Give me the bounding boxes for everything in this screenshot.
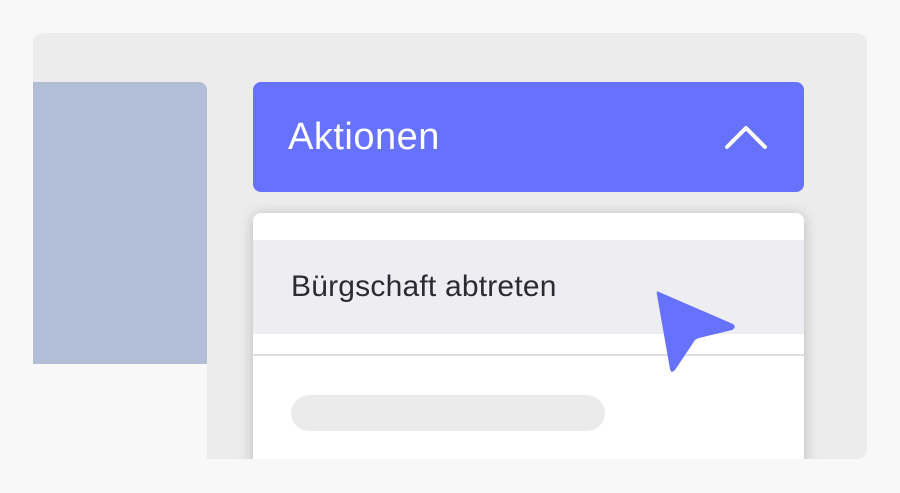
side-panel-lower (33, 364, 207, 459)
actions-button-label: Aktionen (288, 115, 440, 158)
app-window: Aktionen Bürgschaft abtreten (33, 33, 867, 459)
menu-item-placeholder (291, 395, 605, 431)
menu-divider (253, 354, 804, 356)
actions-dropdown-menu: Bürgschaft abtreten (253, 213, 804, 459)
menu-item-buergschaft-abtreten[interactable]: Bürgschaft abtreten (253, 240, 804, 334)
menu-item-label: Bürgschaft abtreten (291, 270, 557, 303)
chevron-up-icon (724, 124, 768, 150)
actions-dropdown-button[interactable]: Aktionen (253, 82, 804, 192)
